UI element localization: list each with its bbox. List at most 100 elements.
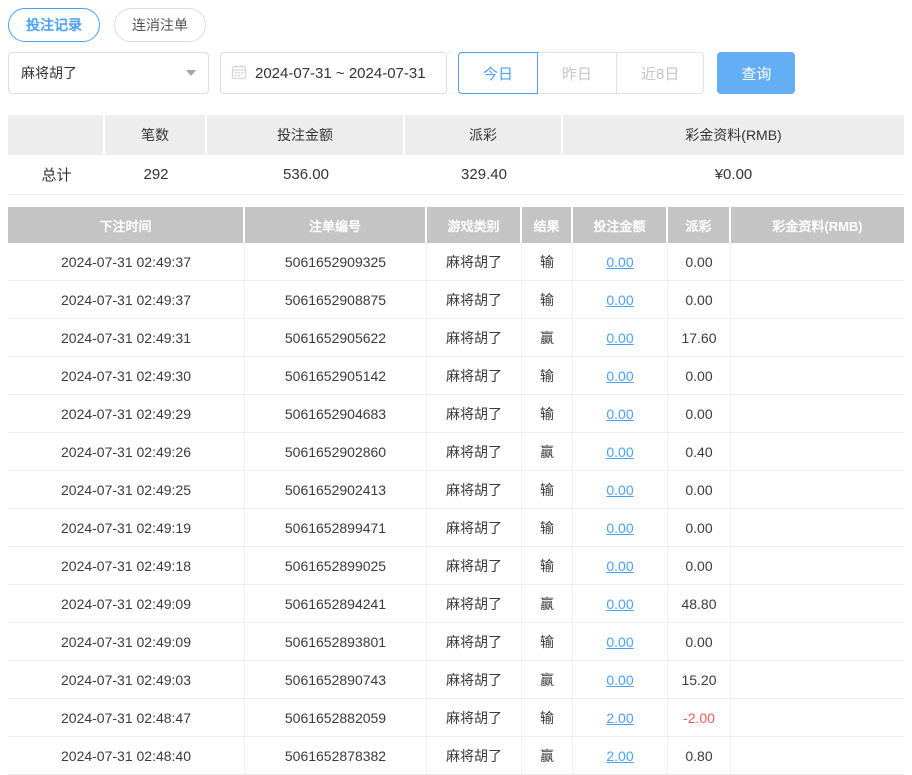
- payout-cell: 0.00: [668, 547, 731, 584]
- tab-bet-records[interactable]: 投注记录: [8, 8, 100, 42]
- query-button[interactable]: 查询: [717, 52, 796, 94]
- result-cell: 输: [522, 547, 573, 584]
- bet-amount-cell: 0.00: [573, 357, 668, 394]
- bet-time-cell: 2024-07-31 02:48:40: [8, 737, 245, 774]
- tab-cancelled-bets[interactable]: 连消注单: [114, 8, 206, 42]
- bonus-cell: [731, 585, 904, 622]
- filter-row: 麻将胡了 2024-07-31 ~ 2024-07-31 今日 昨日 近8日 查…: [8, 52, 904, 94]
- header-payout: 派彩: [668, 207, 731, 243]
- bet-time-cell: 2024-07-31 02:49:30: [8, 357, 245, 394]
- summary-header-empty: [8, 115, 105, 155]
- payout-cell: -2.00: [668, 699, 731, 736]
- summary-total-count: 292: [105, 155, 207, 195]
- game-type-cell: 麻将胡了: [427, 395, 522, 432]
- records-header-row: 下注时间 注单编号 游戏类别 结果 投注金额 派彩 彩金资料(RMB): [8, 207, 904, 243]
- summary-total-bet-amount: 536.00: [207, 155, 405, 195]
- payout-cell: 48.80: [668, 585, 731, 622]
- game-type-cell: 麻将胡了: [427, 547, 522, 584]
- bet-id-cell: 5061652905142: [245, 357, 427, 394]
- bet-amount-link[interactable]: 0.00: [606, 482, 633, 498]
- game-type-cell: 麻将胡了: [427, 319, 522, 356]
- payout-cell: 0.00: [668, 243, 731, 280]
- table-row: 2024-07-31 02:48:47 5061652882059 麻将胡了输 2.0…: [8, 699, 904, 737]
- game-type-cell: 麻将胡了: [427, 281, 522, 318]
- bonus-cell: [731, 319, 904, 356]
- bet-id-cell: 5061652905622: [245, 319, 427, 356]
- game-type-cell: 麻将胡了: [427, 509, 522, 546]
- payout-cell: 0.80: [668, 737, 731, 774]
- bonus-cell: [731, 623, 904, 660]
- table-row: 2024-07-31 02:49:18 5061652899025 麻将胡了输 0.0…: [8, 547, 904, 585]
- summary-table: 笔数 投注金额 派彩 彩金资料(RMB) 总计 292 536.00 329.4…: [8, 115, 904, 195]
- bet-id-cell: 5061652890743: [245, 661, 427, 698]
- header-bonus: 彩金资料(RMB): [731, 207, 904, 243]
- game-type-cell: 麻将胡了: [427, 433, 522, 470]
- bet-id-cell: 5061652902860: [245, 433, 427, 470]
- game-type-cell: 麻将胡了: [427, 585, 522, 622]
- bet-amount-link[interactable]: 0.00: [606, 368, 633, 384]
- result-cell: 输: [522, 471, 573, 508]
- payout-cell: 0.00: [668, 509, 731, 546]
- bet-amount-cell: 2.00: [573, 737, 668, 774]
- bet-id-cell: 5061652909325: [245, 243, 427, 280]
- payout-cell: 17.60: [668, 319, 731, 356]
- bet-amount-link[interactable]: 0.00: [606, 672, 633, 688]
- header-bet-id: 注单编号: [245, 207, 427, 243]
- bet-id-cell: 5061652908875: [245, 281, 427, 318]
- bet-time-cell: 2024-07-31 02:48:47: [8, 699, 245, 736]
- bet-amount-cell: 0.00: [573, 623, 668, 660]
- result-cell: 输: [522, 395, 573, 432]
- table-row: 2024-07-31 02:49:09 5061652893801 麻将胡了输 0.0…: [8, 623, 904, 661]
- table-row: 2024-07-31 02:49:29 5061652904683 麻将胡了输 0.0…: [8, 395, 904, 433]
- payout-cell: 0.40: [668, 433, 731, 470]
- game-select-value: 麻将胡了: [21, 65, 77, 81]
- header-bet-amount: 投注金额: [573, 207, 668, 243]
- bet-amount-link[interactable]: 0.00: [606, 406, 633, 422]
- bet-time-cell: 2024-07-31 02:49:18: [8, 547, 245, 584]
- bonus-cell: [731, 699, 904, 736]
- summary-header-bonus: 彩金资料(RMB): [563, 115, 904, 155]
- table-row: 2024-07-31 02:49:25 5061652902413 麻将胡了输 0.0…: [8, 471, 904, 509]
- bet-amount-link[interactable]: 2.00: [606, 748, 633, 764]
- bet-time-cell: 2024-07-31 02:49:09: [8, 623, 245, 660]
- result-cell: 赢: [522, 661, 573, 698]
- result-cell: 输: [522, 623, 573, 660]
- today-button[interactable]: 今日: [458, 52, 539, 94]
- payout-cell: 0.00: [668, 471, 731, 508]
- bet-amount-cell: 0.00: [573, 243, 668, 280]
- bet-amount-link[interactable]: 0.00: [606, 596, 633, 612]
- result-cell: 赢: [522, 433, 573, 470]
- table-row: 2024-07-31 02:49:31 5061652905622 麻将胡了赢 0.0…: [8, 319, 904, 357]
- bet-amount-link[interactable]: 2.00: [606, 710, 633, 726]
- date-range-input[interactable]: 2024-07-31 ~ 2024-07-31: [220, 52, 447, 94]
- bet-id-cell: 5061652878382: [245, 737, 427, 774]
- bet-time-cell: 2024-07-31 02:49:25: [8, 471, 245, 508]
- bet-amount-link[interactable]: 0.00: [606, 634, 633, 650]
- last8days-button[interactable]: 近8日: [617, 52, 705, 94]
- calendar-icon: [231, 64, 247, 83]
- game-select[interactable]: 麻将胡了: [8, 52, 209, 94]
- payout-cell: 0.00: [668, 357, 731, 394]
- summary-header-bet-amount: 投注金额: [207, 115, 405, 155]
- header-result: 结果: [522, 207, 573, 243]
- summary-header-count: 笔数: [105, 115, 207, 155]
- game-type-cell: 麻将胡了: [427, 243, 522, 280]
- bet-amount-link[interactable]: 0.00: [606, 330, 633, 346]
- bet-amount-link[interactable]: 0.00: [606, 558, 633, 574]
- result-cell: 赢: [522, 585, 573, 622]
- yesterday-button[interactable]: 昨日: [538, 52, 618, 94]
- date-range-value: 2024-07-31 ~ 2024-07-31: [255, 64, 426, 82]
- bet-id-cell: 5061652904683: [245, 395, 427, 432]
- bet-amount-link[interactable]: 0.00: [606, 254, 633, 270]
- result-cell: 输: [522, 357, 573, 394]
- game-type-cell: 麻将胡了: [427, 357, 522, 394]
- bonus-cell: [731, 509, 904, 546]
- bonus-cell: [731, 433, 904, 470]
- bonus-cell: [731, 243, 904, 280]
- bet-amount-link[interactable]: 0.00: [606, 444, 633, 460]
- bet-amount-link[interactable]: 0.00: [606, 520, 633, 536]
- bet-time-cell: 2024-07-31 02:49:37: [8, 243, 245, 280]
- bet-time-cell: 2024-07-31 02:49:31: [8, 319, 245, 356]
- table-row: 2024-07-31 02:48:40 5061652878382 麻将胡了赢 2.0…: [8, 737, 904, 775]
- bet-amount-link[interactable]: 0.00: [606, 292, 633, 308]
